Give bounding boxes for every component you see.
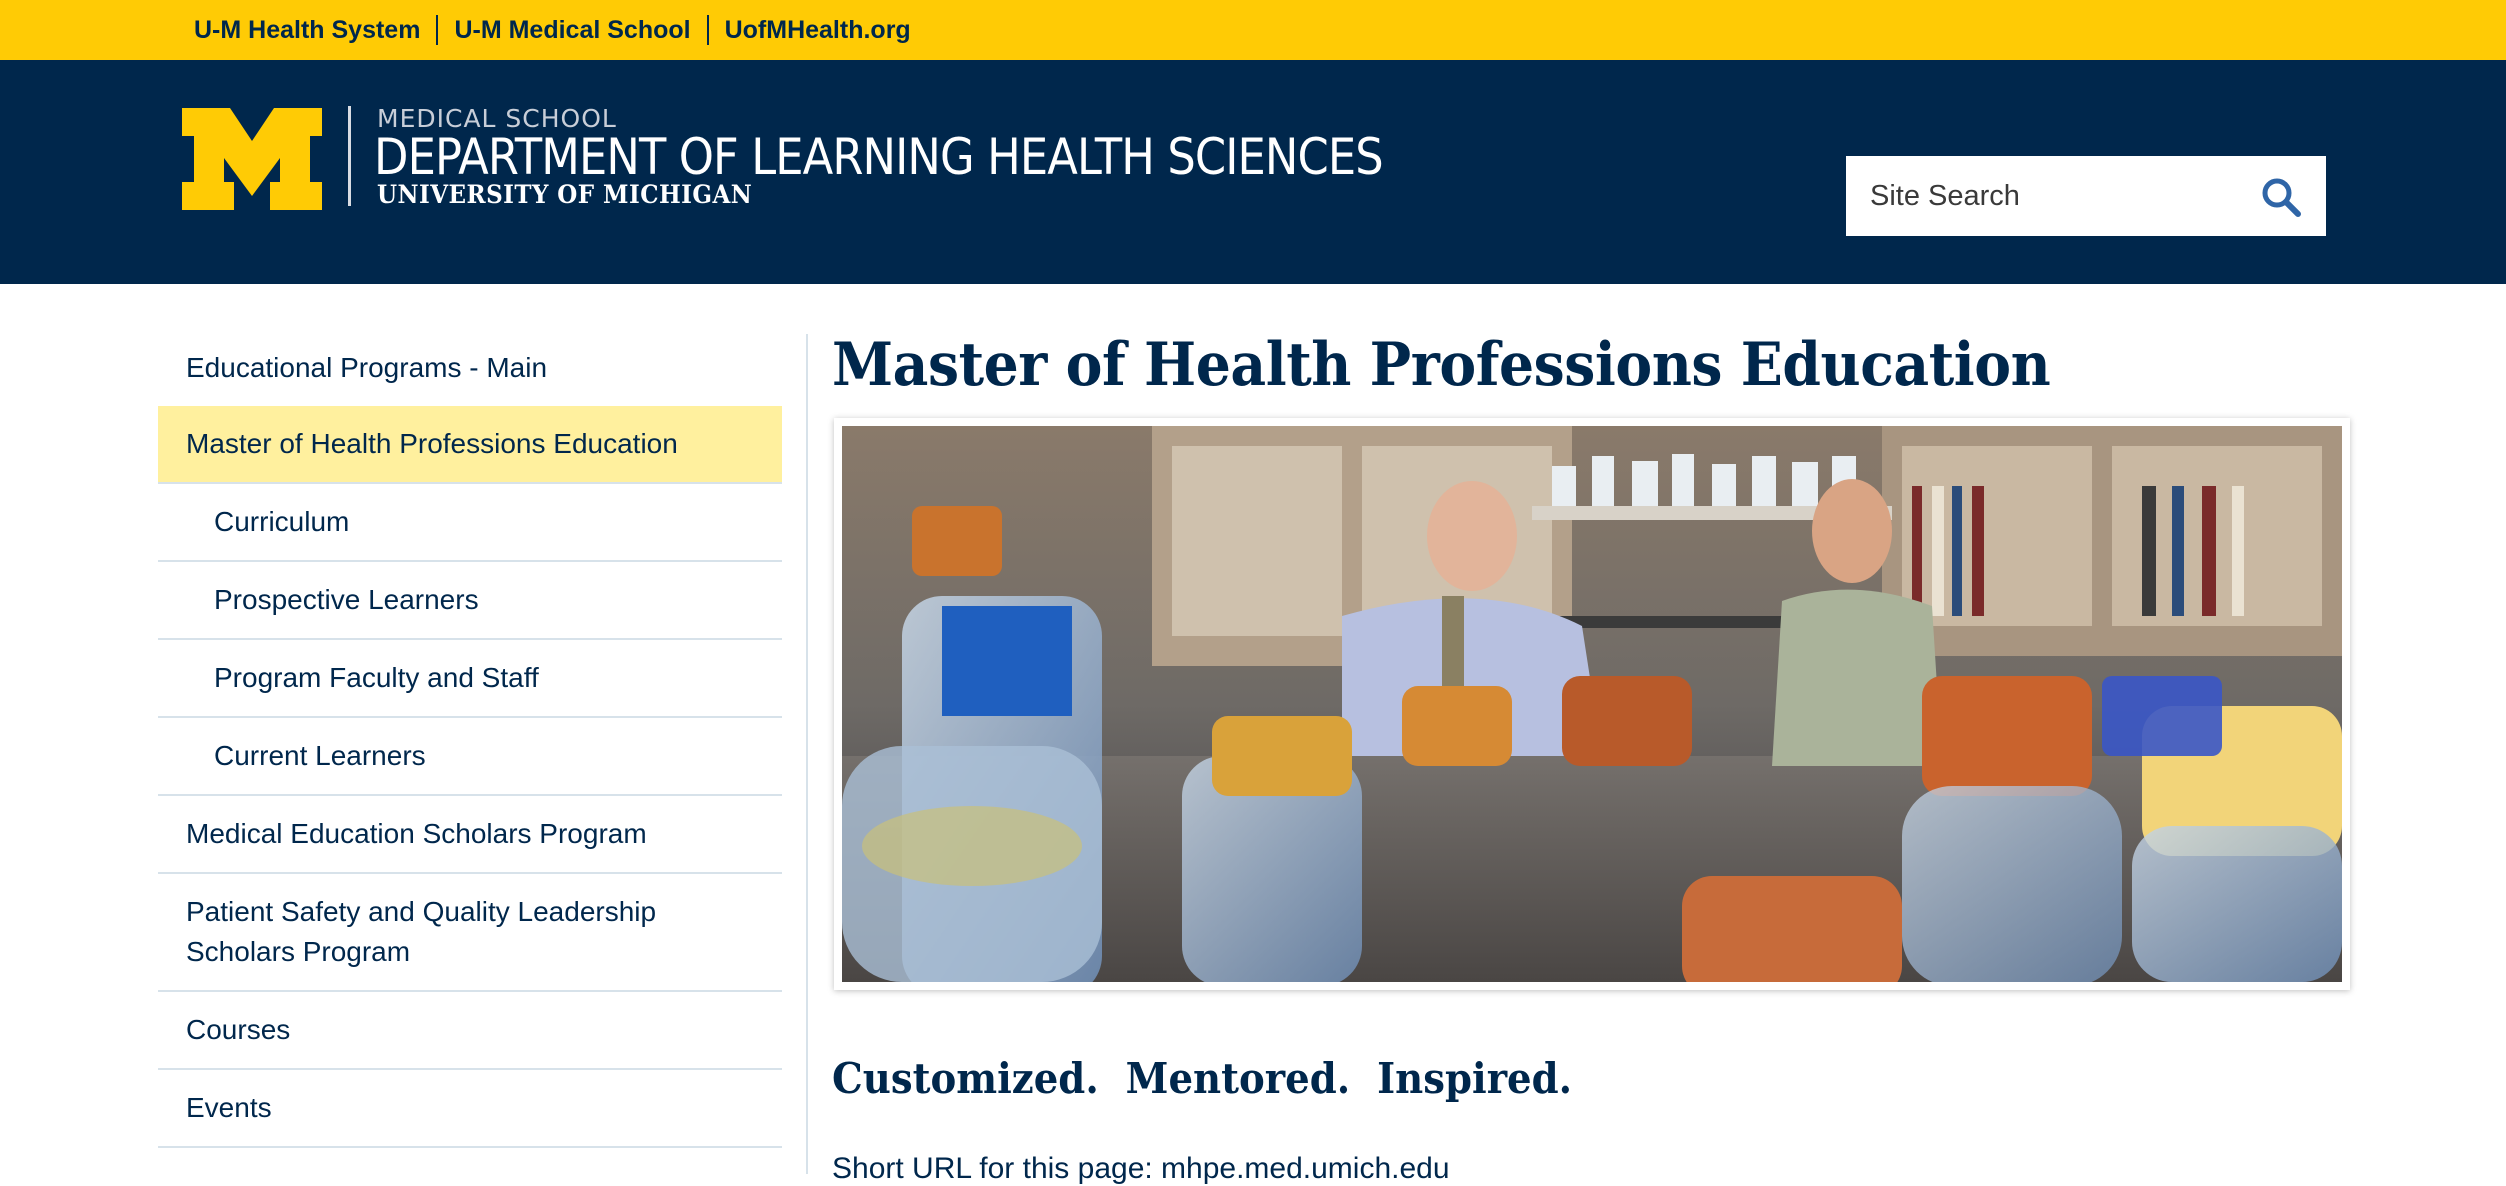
hero-lab-photo [842, 426, 2342, 982]
content-divider [806, 334, 808, 1174]
utility-link-uofmhealth[interactable]: UofMHealth.org [706, 15, 927, 45]
sidebar-item-program-faculty-staff[interactable]: Program Faculty and Staff [158, 640, 782, 718]
site-search-input[interactable] [1846, 166, 2236, 226]
site-search-form [1846, 156, 2326, 236]
sidebar-item-prospective-learners[interactable]: Prospective Learners [158, 562, 782, 640]
utility-link-medical-school[interactable]: U-M Medical School [436, 15, 706, 45]
logo-divider [348, 106, 351, 206]
short-url-text: Short URL for this page: mhpe.med.umich.… [832, 1152, 1450, 1185]
sidebar-item-mhpe[interactable]: Master of Health Professions Education [158, 406, 782, 484]
block-m-icon [182, 108, 322, 210]
sidebar-item-educational-programs-main[interactable]: Educational Programs - Main [158, 330, 782, 406]
sidebar-item-medical-education-scholars[interactable]: Medical Education Scholars Program [158, 796, 782, 874]
logo-university-name: UNIVERSITY OF MICHIGAN [377, 180, 753, 209]
sidebar-item-courses[interactable]: Courses [158, 992, 782, 1070]
sidebar-item-patient-safety-scholars[interactable]: Patient Safety and Quality Leadership Sc… [158, 874, 782, 992]
site-header: MEDICAL SCHOOL DEPARTMENT OF LEARNING HE… [0, 60, 2506, 284]
search-button[interactable] [2260, 176, 2302, 218]
sidebar-item-current-learners[interactable]: Current Learners [158, 718, 782, 796]
tagline-heading: Customized. Mentored. Inspired. [832, 1054, 1573, 1103]
search-icon [2262, 178, 2301, 217]
utility-link-health-system[interactable]: U-M Health System [194, 15, 436, 45]
logo-department-name: DEPARTMENT OF LEARNING HEALTH SCIENCES [374, 128, 1384, 186]
utility-bar: U-M Health System U-M Medical School Uof… [0, 0, 2506, 60]
sidebar-item-events[interactable]: Events [158, 1070, 782, 1148]
sidebar-nav: Educational Programs - Main Master of He… [158, 330, 782, 1148]
sidebar-item-curriculum[interactable]: Curriculum [158, 484, 782, 562]
page-title: Master of Health Professions Education [832, 330, 2051, 400]
utility-links: U-M Health System U-M Medical School Uof… [194, 0, 927, 60]
hero-image-frame [834, 418, 2350, 990]
